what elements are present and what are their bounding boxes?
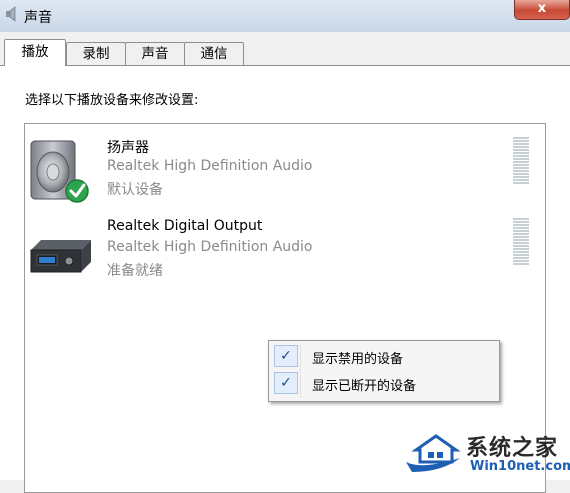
- tab-communications[interactable]: 通信: [184, 42, 244, 65]
- volume-meter: [513, 137, 529, 185]
- device-item-speakers[interactable]: 扬声器 Realtek High Definition Audio 默认设备: [25, 137, 545, 217]
- tab-recording[interactable]: 录制: [66, 42, 126, 65]
- menu-item-label: 显示禁用的设备: [312, 352, 404, 367]
- tab-sounds[interactable]: 声音: [125, 42, 185, 65]
- watermark-title: 系统之家: [466, 436, 559, 461]
- check-icon: ✓: [274, 372, 298, 394]
- instruction-text: 选择以下播放设备来修改设置:: [25, 93, 199, 108]
- watermark: 系统之家 Win10net.com: [400, 428, 570, 480]
- check-icon: ✓: [274, 345, 298, 367]
- device-description: Realtek High Definition Audio: [107, 158, 313, 174]
- default-check-badge: [65, 179, 89, 203]
- digital-output-icon: [30, 240, 91, 273]
- speaker-icon: [30, 140, 89, 203]
- tab-strip: 播放 录制 声音 通信: [0, 32, 570, 66]
- tab-panel: 选择以下播放设备来修改设置: 扬声器 Realtek High Definiti…: [0, 65, 570, 493]
- device-status: 默认设备: [107, 182, 163, 198]
- menu-item-label: 显示已断开的设备: [312, 379, 417, 394]
- watermark-url: Win10net.com: [470, 459, 570, 474]
- device-status: 准备就绪: [107, 263, 163, 279]
- device-description: Realtek High Definition Audio: [107, 239, 313, 255]
- volume-meter: [513, 218, 529, 266]
- context-menu: ✓ 显示禁用的设备 ✓ 显示已断开的设备: [268, 340, 500, 402]
- window-title: 声音: [24, 10, 52, 26]
- device-item-digital-output[interactable]: Realtek Digital Output Realtek High Defi…: [25, 218, 545, 298]
- device-name: 扬声器: [107, 140, 149, 156]
- close-button[interactable]: x: [514, 0, 570, 20]
- house-logo-icon: [406, 434, 461, 472]
- device-name: Realtek Digital Output: [107, 218, 263, 234]
- tab-playback[interactable]: 播放: [4, 39, 66, 66]
- menu-item-show-disabled[interactable]: ✓ 显示禁用的设备: [272, 344, 496, 370]
- title-bar: 声音 x: [0, 0, 570, 32]
- sound-icon: [6, 6, 16, 22]
- menu-item-show-disconnected[interactable]: ✓ 显示已断开的设备: [272, 371, 496, 397]
